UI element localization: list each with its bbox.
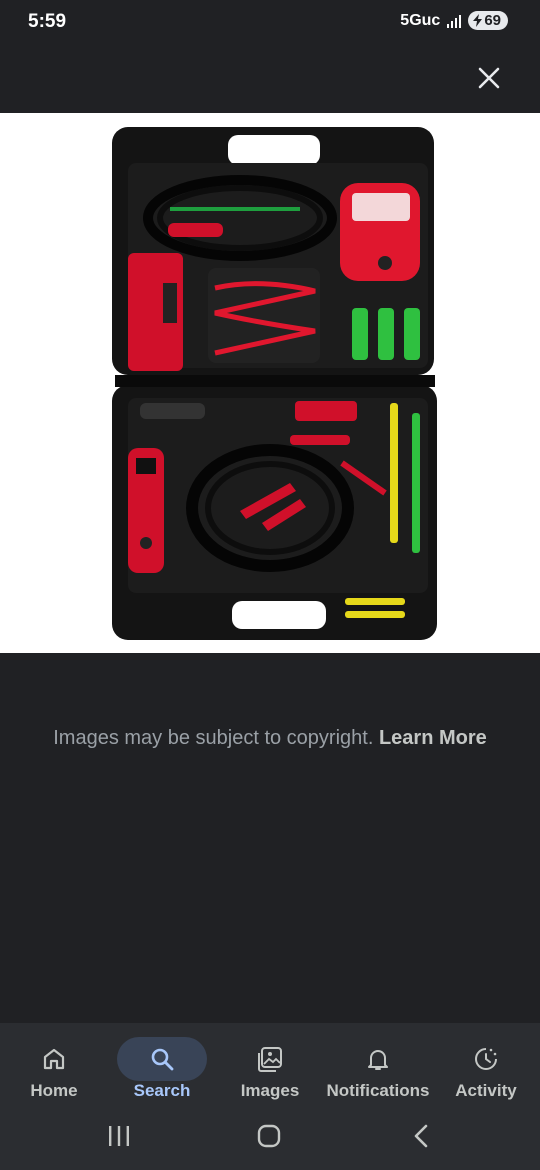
- signal-icon: [447, 14, 462, 28]
- nav-search-label: Search: [133, 1081, 191, 1100]
- learn-more-link[interactable]: Learn More: [379, 727, 487, 749]
- tool-kit-photo: [112, 127, 437, 640]
- home-button-icon[interactable]: [256, 1123, 282, 1149]
- network-label: 5Guc: [400, 11, 441, 29]
- nav-images-label: Images: [240, 1081, 300, 1100]
- nav-images[interactable]: Images: [216, 1023, 324, 1113]
- images-icon: [258, 1047, 282, 1072]
- bottom-navigation: Home Search Images Notifications Activit…: [0, 1023, 540, 1113]
- system-navigation-bar: [0, 1113, 540, 1170]
- back-icon[interactable]: [410, 1123, 432, 1149]
- nav-search[interactable]: Search: [108, 1023, 216, 1113]
- nav-home[interactable]: Home: [0, 1023, 108, 1113]
- status-indicators: 5Guc 69: [400, 11, 508, 30]
- nav-activity[interactable]: Activity: [432, 1023, 540, 1113]
- battery-indicator: 69: [468, 11, 508, 30]
- close-icon[interactable]: [474, 63, 504, 93]
- home-icon: [43, 1048, 65, 1070]
- viewer-top-bar: [0, 44, 540, 113]
- nav-home-label: Home: [30, 1081, 78, 1100]
- nav-notifications-label: Notifications: [326, 1081, 430, 1100]
- activity-icon: [475, 1048, 497, 1070]
- nav-notifications[interactable]: Notifications: [324, 1023, 432, 1113]
- recents-icon[interactable]: [106, 1124, 132, 1148]
- copyright-notice: Images may be subject to copyright. Lear…: [0, 727, 540, 750]
- search-icon: [151, 1048, 174, 1071]
- charging-icon: [473, 14, 483, 27]
- battery-level: 69: [484, 12, 501, 29]
- status-bar: 5:59 5Guc 69: [0, 0, 540, 44]
- bell-icon: [368, 1050, 388, 1070]
- nav-activity-label: Activity: [455, 1081, 517, 1100]
- tool-kit-image[interactable]: [0, 113, 540, 653]
- status-time: 5:59: [28, 11, 67, 32]
- copyright-text: Images may be subject to copyright.: [53, 727, 374, 749]
